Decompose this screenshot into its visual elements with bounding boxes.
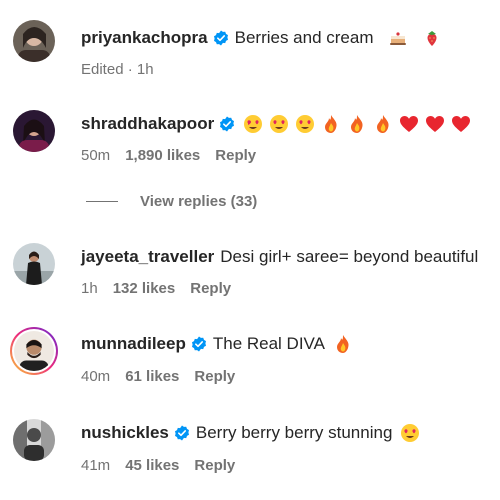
likes-count[interactable]: 1,890 likes — [125, 147, 200, 165]
view-replies-label: View replies (33) — [140, 193, 258, 210]
reply-button[interactable]: Reply — [194, 457, 235, 475]
avatar[interactable] — [13, 20, 55, 62]
comment-item: nushickles Berry berry berry stunning 41… — [0, 415, 500, 485]
view-replies-button[interactable]: View replies (33) — [86, 193, 257, 210]
fire-emoji — [333, 334, 353, 354]
view-replies-divider — [86, 201, 118, 202]
username[interactable]: munnadileep — [81, 333, 186, 355]
username[interactable]: jayeeta_traveller — [81, 246, 214, 268]
likes-count[interactable]: 45 likes — [125, 457, 179, 475]
avatar[interactable] — [13, 419, 55, 461]
comment-line: nushickles Berry berry berry stunning — [81, 422, 420, 444]
comment-line: shraddhakapoor — [81, 113, 471, 135]
comment-item: shraddhakapoor 50m 1,890 likes Reply — [0, 106, 500, 176]
reply-button[interactable]: Reply — [215, 147, 256, 165]
comment-line: jayeeta_traveller Desi girl+ saree= beyo… — [81, 246, 478, 268]
comment-text: Berry berry berry stunning — [195, 423, 393, 442]
comment-text: Berries and cream — [234, 28, 374, 47]
likes-count[interactable]: 61 likes — [125, 368, 179, 386]
fire-emoji — [347, 114, 367, 134]
verified-badge-icon — [219, 116, 235, 132]
fire-emoji — [321, 114, 341, 134]
heart-eyes-emoji — [400, 423, 420, 443]
comment-timestamp: 41m — [81, 457, 111, 474]
comment-text: Desi girl+ saree= beyond beautiful — [220, 247, 479, 266]
comment-line: priyankachopra Berries and cream — [81, 27, 442, 49]
comment-meta: 1h 132 likes Reply — [81, 280, 231, 298]
heart-eyes-emoji — [295, 114, 315, 134]
strawberry-emoji — [422, 28, 442, 48]
heart-eyes-emoji — [243, 114, 263, 134]
red-heart-emoji — [451, 114, 471, 134]
red-heart-emoji — [425, 114, 445, 134]
reply-button[interactable]: Reply — [194, 368, 235, 386]
cake-emoji — [388, 28, 408, 48]
comment-item: munnadileep The Real DIVA 40m 61 likes R… — [0, 326, 500, 396]
likes-count[interactable]: 132 likes — [113, 280, 176, 298]
comment-line: munnadileep The Real DIVA — [81, 333, 353, 355]
comment-meta: 40m 61 likes Reply — [81, 368, 235, 386]
comment-text: The Real DIVA — [212, 334, 325, 353]
heart-eyes-emoji — [269, 114, 289, 134]
verified-badge-icon — [174, 425, 190, 441]
comment-timestamp: 50m — [81, 147, 111, 164]
edited-timestamp: Edited · 1h — [81, 61, 154, 78]
red-heart-emoji — [399, 114, 419, 134]
comment-meta: 50m 1,890 likes Reply — [81, 147, 256, 165]
avatar[interactable] — [13, 110, 55, 152]
verified-badge-icon — [213, 30, 229, 46]
comment-item: jayeeta_traveller Desi girl+ saree= beyo… — [0, 238, 500, 308]
comment-meta: 41m 45 likes Reply — [81, 457, 235, 475]
story-ring — [14, 331, 54, 371]
reply-button[interactable]: Reply — [190, 280, 231, 298]
comment-timestamp: 40m — [81, 368, 111, 385]
username[interactable]: shraddhakapoor — [81, 113, 214, 135]
username[interactable]: priyankachopra — [81, 27, 208, 49]
comment-meta: Edited · 1h — [81, 61, 154, 79]
avatar[interactable] — [10, 327, 58, 375]
fire-emoji — [373, 114, 393, 134]
avatar[interactable] — [13, 243, 55, 285]
comment-timestamp: 1h — [81, 280, 98, 297]
comment-item: priyankachopra Berries and cream Edited … — [0, 18, 500, 88]
verified-badge-icon — [191, 336, 207, 352]
username[interactable]: nushickles — [81, 422, 169, 444]
